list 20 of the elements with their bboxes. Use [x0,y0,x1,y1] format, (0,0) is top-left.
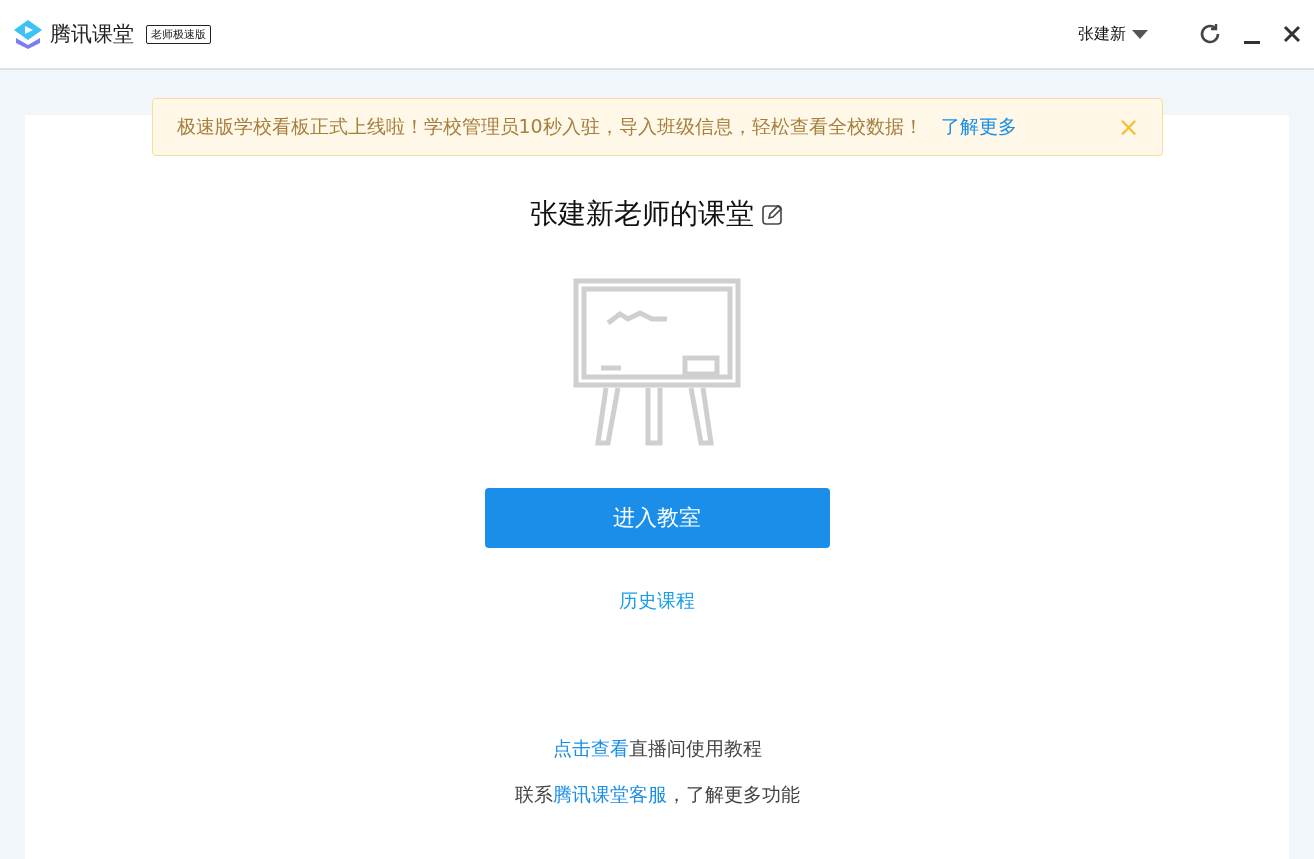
close-button[interactable] [1282,24,1302,44]
learn-more-link[interactable]: 了解更多 [940,114,1118,140]
close-icon [1282,24,1302,44]
caret-icon [1132,29,1148,39]
help-text: 联系腾讯课堂客服，了解更多功能 [514,782,800,807]
history-courses-link[interactable]: 历史课程 [619,588,695,614]
help-link[interactable]: 腾讯课堂客服 [552,783,667,805]
app-name: 腾讯课堂 [50,21,134,48]
enter-classroom-button[interactable]: 进入教室 [484,488,830,548]
user-menu[interactable]: 张建新 [1078,23,1148,45]
edition-badge: 老师极速版 [146,24,211,44]
notice-text: 极速版学校看板正式上线啦！学校管理员10秒入驻，导入班级信息，轻松查看全校数据！ [176,114,923,139]
refresh-icon [1198,22,1222,46]
logo-icon [12,18,44,50]
minimize-icon [1244,40,1260,44]
refresh-button[interactable] [1198,22,1222,46]
edit-icon[interactable] [762,203,784,225]
classroom-title: 张建新老师的课堂 [530,196,754,232]
help-link[interactable]: 点击查看 [552,737,629,759]
help-text: 点击查看直播间使用教程 [552,736,762,761]
